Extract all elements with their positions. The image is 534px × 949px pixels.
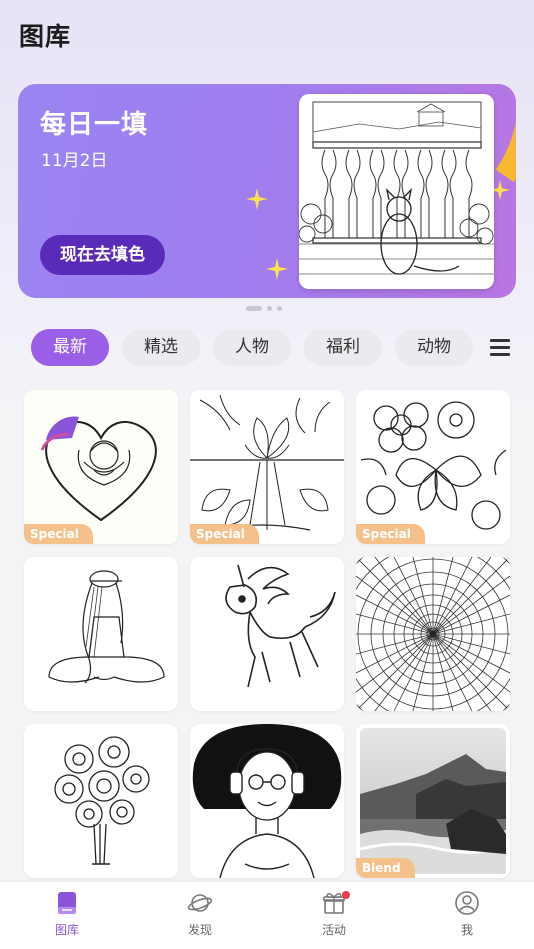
nav-gallery[interactable]: 图库	[37, 890, 97, 938]
bottom-navigation: 图库 发现 活动 我	[0, 881, 534, 949]
banner-title: 每日一填	[40, 110, 149, 140]
nav-label: 我	[460, 923, 473, 937]
nav-activity[interactable]: 活动	[304, 890, 364, 938]
sparkle-icon	[266, 258, 288, 280]
artwork-tile-sitting-girl[interactable]	[24, 557, 178, 711]
tab-bonus[interactable]: 福利	[304, 329, 382, 366]
pagination-dot-active	[246, 306, 262, 311]
gallery-icon	[58, 892, 76, 914]
artwork-tile-rose-bouquet[interactable]	[24, 724, 178, 878]
unicorn-illustration	[225, 564, 336, 688]
planet-icon	[187, 894, 213, 912]
tab-latest[interactable]: 最新	[31, 329, 109, 366]
artwork-tile-flowers-butterfly[interactable]: Special	[356, 390, 510, 544]
banner-date: 11月2日	[41, 151, 108, 171]
hamburger-menu-icon[interactable]	[490, 339, 510, 357]
category-tabs: 最新 精选 人物 福利 动物	[31, 329, 473, 366]
color-now-button[interactable]: 现在去填色	[40, 235, 165, 275]
nav-label: 活动	[321, 923, 346, 937]
nav-label: 图库	[54, 923, 79, 937]
flowers-butterfly-illustration	[360, 401, 507, 530]
radial-pattern-illustration	[356, 557, 510, 711]
special-badge: Special	[190, 524, 259, 544]
nav-label: 发现	[187, 923, 212, 937]
page-title: 图库	[19, 22, 72, 51]
artwork-tile-unicorn[interactable]	[190, 557, 344, 711]
daily-coloring-preview[interactable]	[299, 94, 494, 289]
artwork-tile-coastal-rocks[interactable]: Blend	[356, 724, 510, 878]
coastal-rocks-photo	[359, 728, 507, 874]
woman-headphones-illustration	[192, 724, 342, 878]
blend-badge: Blend	[356, 858, 415, 878]
tab-people[interactable]: 人物	[213, 329, 291, 366]
banner-pagination	[246, 306, 282, 311]
special-badge: Special	[356, 524, 425, 544]
nav-discover[interactable]: 发现	[170, 890, 230, 938]
nav-profile[interactable]: 我	[437, 890, 497, 938]
daily-banner[interactable]: 每日一填 11月2日 现在去填色	[18, 84, 516, 298]
special-badge: Special	[24, 524, 93, 544]
sparkle-icon	[246, 188, 268, 210]
artwork-tile-lotus[interactable]: Special	[190, 390, 344, 544]
profile-icon	[455, 891, 479, 915]
artwork-tile-woman-headphones[interactable]	[190, 724, 344, 878]
rose-heart-illustration	[24, 390, 178, 544]
balcony-cat-illustration	[299, 101, 494, 275]
sitting-girl-illustration	[48, 570, 165, 684]
notification-dot	[342, 891, 350, 899]
lotus-illustration	[190, 394, 344, 531]
tab-featured[interactable]: 精选	[122, 329, 200, 366]
rose-bouquet-illustration	[54, 736, 150, 865]
pagination-dot	[267, 306, 272, 311]
tab-animals[interactable]: 动物	[395, 329, 473, 366]
pagination-dot	[277, 306, 282, 311]
artwork-tile-rose-heart[interactable]: Special	[24, 390, 178, 544]
artwork-tile-radial-pattern[interactable]	[356, 557, 510, 711]
